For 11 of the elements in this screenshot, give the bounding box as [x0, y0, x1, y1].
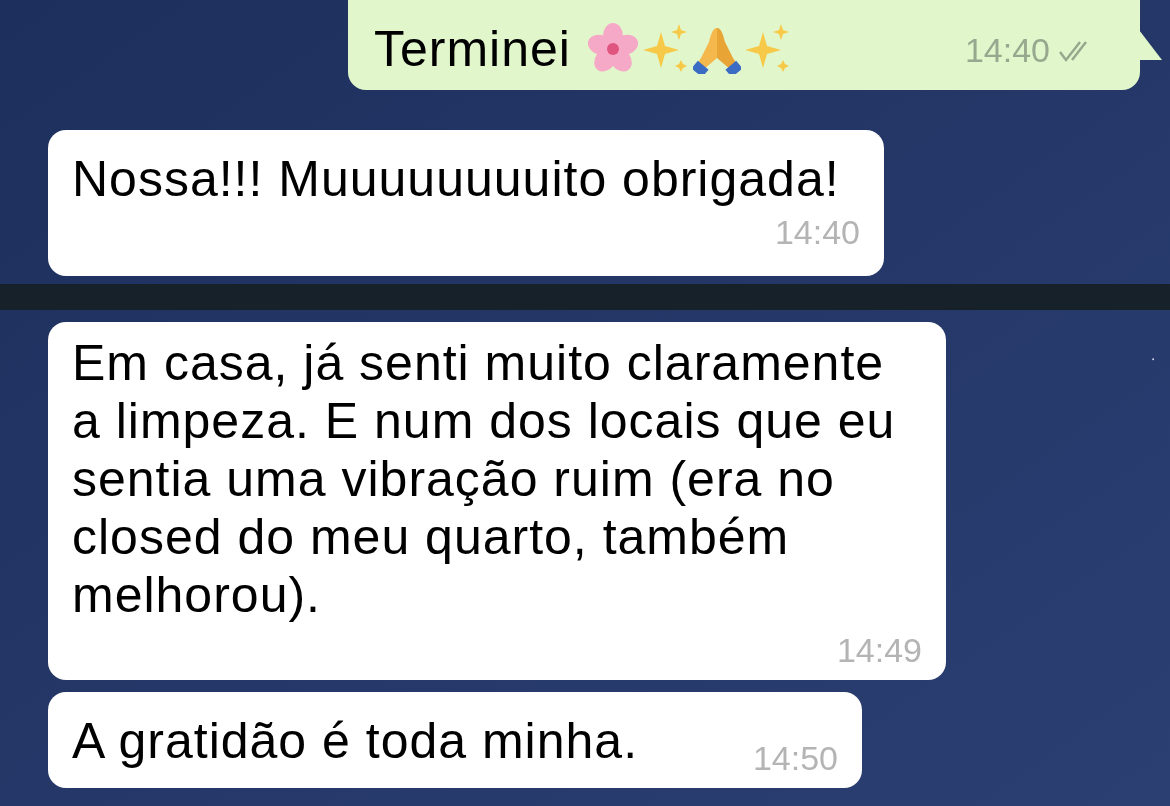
message-text: Terminei [374, 19, 571, 79]
message-time: 14:50 [752, 738, 838, 778]
message-text: Nossa!!! Muuuuuuuuito obrigada! [72, 150, 841, 208]
message-time: 14:40 [774, 212, 860, 252]
sparkles-icon [744, 24, 791, 74]
message-text: Em casa, já senti muito claramente a limpeza. E num dos locais que eu sentia uma vibração ruim (era no closed do meu quarto, também melhorou). [72, 334, 897, 624]
sparkles-icon [642, 24, 689, 74]
message-time: 14:40 [964, 30, 1050, 71]
flower-icon [586, 23, 639, 75]
message-time: 14:49 [836, 630, 922, 670]
message-text: A gratidão é toda minha. [72, 712, 639, 770]
